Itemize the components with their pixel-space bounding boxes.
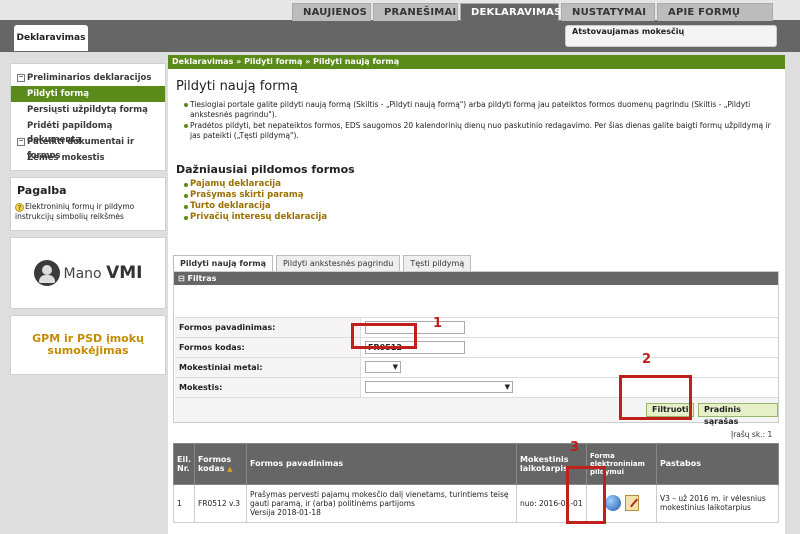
table-row: 1 FR0512 v.3 Prašymas pervesti pajamų mo… xyxy=(173,483,779,523)
user-profile-icon xyxy=(33,260,60,286)
col-notes: Pastabos xyxy=(656,443,779,485)
record-count: Įrašų sk.: 1 xyxy=(731,430,773,439)
col-no: Eil. Nr. xyxy=(173,443,195,485)
tax-select[interactable] xyxy=(365,381,513,393)
sidebar-item-persiusti[interactable]: Persiųsti užpildytą formą xyxy=(11,102,165,118)
help-text: Elektroninių formų ir pildymo instrukcij… xyxy=(15,202,135,221)
sidebar-menu: Preliminarios deklaracijos Pildyti formą… xyxy=(10,63,166,171)
form-version: Versija 2018-01-18 xyxy=(250,507,321,517)
top-navigation: NAUJIENOS PRANEŠIMAI DEKLARAVIMAS NUSTAT… xyxy=(292,3,773,36)
nav-apie-formu-teikima[interactable]: APIE FORMŲ TEIKIMĄ xyxy=(657,3,773,36)
cell-notes: V3 – už 2016 m. ir vėlesnius mokestinius… xyxy=(656,483,779,523)
sort-arrow-icon: ▲ xyxy=(227,464,233,473)
sidebar-item-prideti-dokumenta[interactable]: Pridėti papildomą dokumentą xyxy=(11,118,165,145)
annotation-box-2 xyxy=(619,375,692,420)
annotation-number-2: 2 xyxy=(642,352,652,367)
form-name: Prašymas pervesti pajamų mokesčio dalį v… xyxy=(250,489,509,508)
annotation-number-3: 3 xyxy=(570,440,580,455)
tax-year-select[interactable] xyxy=(365,361,401,373)
vmi-text: VMI xyxy=(106,263,143,283)
help-link[interactable]: ? Elektroninių formų ir pildymo instrukci… xyxy=(11,200,165,230)
mano-vmi-text: Mano VMI xyxy=(64,263,143,283)
help-box: Pagalba ? Elektroninių formų ir pildymo i… xyxy=(10,177,166,231)
frequent-forms-list: Pajamų deklaracija Prašymas skirti param… xyxy=(176,179,777,223)
info-item: Pradėtos pildyti, bet nepateiktos formos… xyxy=(184,121,777,141)
breadcrumb: Deklaravimas » Pildyti formą » Pildyti n… xyxy=(168,55,785,69)
info-list: Tiesiogiai portale galite pildyti naują … xyxy=(176,100,777,141)
gpm-psd-banner[interactable]: GPM ir PSD įmokų sumokėjimas xyxy=(10,315,166,375)
cell-no: 1 xyxy=(173,483,195,523)
reset-list-button[interactable]: Pradinis sąrašas xyxy=(698,403,778,426)
sidebar-item-pateikti-dokumentai[interactable]: Pateikti dokumentai ir formos xyxy=(11,134,165,161)
tab-testi-pildyma[interactable]: Tęsti pildymą xyxy=(403,255,472,271)
form-tabs: Pildyti naują formą Pildyti ankstesnės p… xyxy=(173,255,472,272)
filter-header[interactable]: ⊟ Filtras xyxy=(174,272,778,285)
representative-selector[interactable]: Atstovaujamas mokesčių xyxy=(565,25,777,47)
globe-icon[interactable] xyxy=(604,495,621,512)
tax-label: Mokestis: xyxy=(175,378,361,398)
filter-row-year: Mokestiniai metai: xyxy=(175,357,778,378)
annotation-box-1 xyxy=(351,323,417,349)
tab-pildyti-nauja[interactable]: Pildyti naują formą xyxy=(173,255,274,272)
col-code[interactable]: Formos kodas ▲ xyxy=(194,443,247,485)
form-name-label: Formos pavadinimas: xyxy=(175,318,361,338)
frequent-form-link[interactable]: Pajamų deklaracija xyxy=(184,179,777,190)
cell-name: Prašymas pervesti pajamų mokesčio dalį v… xyxy=(246,483,517,523)
table-header-row: Eil. Nr. Formos kodas ▲ Formos pavadinim… xyxy=(173,443,779,485)
mano-text: Mano xyxy=(63,266,102,282)
nav-nustatymai[interactable]: NUSTATYMAI xyxy=(561,3,655,21)
sidebar-item-zemes-mokestis[interactable]: Žemės mokestis xyxy=(11,150,165,166)
frequent-forms-title: Dažniausiai pildomos formos xyxy=(176,163,355,176)
cell-code: FR0512 v.3 xyxy=(194,483,247,523)
mano-vmi-banner[interactable]: Mano VMI xyxy=(10,237,166,309)
frequent-form-link[interactable]: Turto deklaracija xyxy=(184,201,777,212)
page-title: Pildyti naują formą xyxy=(176,79,298,94)
sidebar: Preliminarios deklaracijos Pildyti formą… xyxy=(10,63,166,381)
nav-naujienos[interactable]: NAUJIENOS xyxy=(292,3,371,21)
nav-pranesimai[interactable]: PRANEŠIMAI xyxy=(373,3,458,21)
gpm-psd-text: GPM ir PSD įmokų sumokėjimas xyxy=(32,332,144,357)
frequent-form-link[interactable]: Prašymas skirti paramą xyxy=(184,190,777,201)
nav-deklaravimas[interactable]: DEKLARAVIMAS xyxy=(460,3,561,21)
info-item: Tiesiogiai portale galite pildyti naują … xyxy=(184,100,777,120)
collapse-icon: ⊟ xyxy=(178,274,188,283)
question-icon: ? xyxy=(15,202,24,212)
main-content: Deklaravimas » Pildyti formą » Pildyti n… xyxy=(168,55,785,534)
frequent-form-link[interactable]: Privačių interesų deklaracija xyxy=(184,212,777,223)
sidebar-item-preliminarios[interactable]: Preliminarios deklaracijos xyxy=(11,70,165,86)
col-name: Formos pavadinimas xyxy=(246,443,517,485)
tab-pildyti-ankstesnes[interactable]: Pildyti ankstesnės pagrindu xyxy=(276,255,401,271)
tax-year-label: Mokestiniai metai: xyxy=(175,358,361,378)
annotation-number-1: 1 xyxy=(433,316,443,331)
edit-form-icon[interactable] xyxy=(624,495,639,512)
representative-label: Atstovaujamas mokesčių xyxy=(572,27,685,36)
filter-header-label: Filtras xyxy=(187,274,217,283)
section-tab-deklaravimas[interactable]: Deklaravimas xyxy=(14,25,88,51)
sidebar-item-pildyti-forma[interactable]: Pildyti formą xyxy=(11,86,165,102)
annotation-box-3 xyxy=(566,466,606,524)
form-code-label: Formos kodas: xyxy=(175,338,361,358)
top-bar: NAUJIENOS PRANEŠIMAI DEKLARAVIMAS NUSTAT… xyxy=(0,0,800,52)
help-title: Pagalba xyxy=(17,184,67,197)
filter-row-name: Formos pavadinimas: xyxy=(175,317,778,338)
forms-table: Eil. Nr. Formos kodas ▲ Formos pavadinim… xyxy=(173,443,779,523)
filter-row-code: Formos kodas: FR0512 xyxy=(175,337,778,358)
